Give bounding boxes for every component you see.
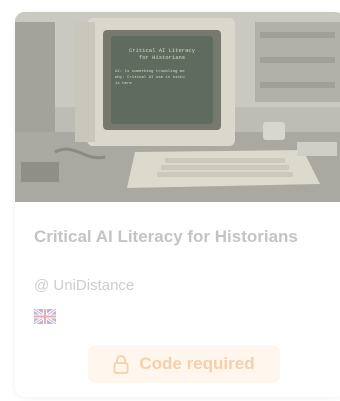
course-card[interactable]: Critical AI Literacy for Historians AI: … (15, 12, 340, 397)
svg-text:AI: Is something troubling me: AI: Is something troubling me (115, 69, 185, 74)
uk-flag-icon (33, 307, 57, 326)
svg-text:why: Critical AI use in histo: why: Critical AI use in histo (115, 75, 185, 80)
svg-text:Critical AI Literacy: Critical AI Literacy (129, 47, 196, 54)
code-required-label: Code required (139, 354, 255, 373)
course-provider: @ UniDistance (34, 277, 135, 294)
lock-icon (113, 354, 129, 374)
course-thumbnail: Critical AI Literacy for Historians AI: … (15, 12, 340, 202)
svg-text:is here: is here (115, 81, 132, 86)
course-title[interactable]: Critical AI Literacy for Historians (34, 227, 298, 247)
svg-text:for Historians: for Historians (139, 54, 185, 61)
code-required-button[interactable]: Code required (88, 345, 280, 383)
